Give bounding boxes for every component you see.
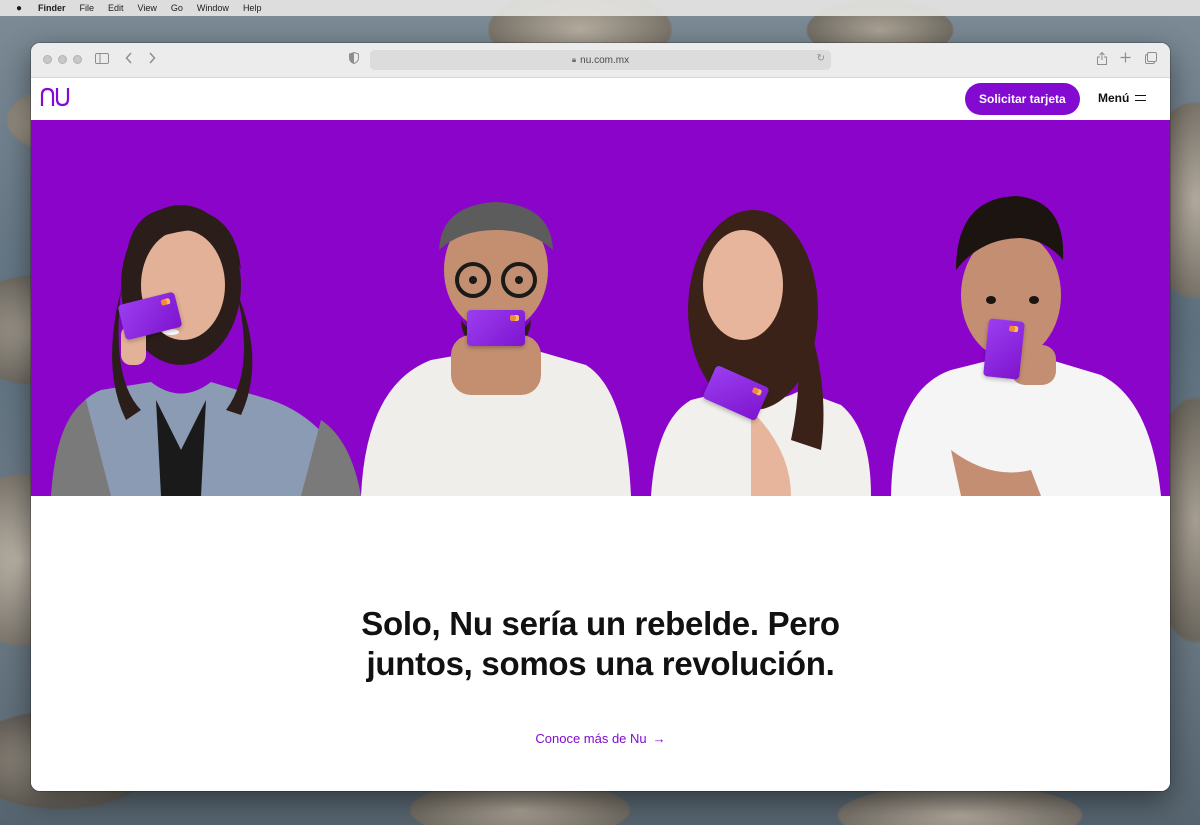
- minimize-window-button[interactable]: [58, 55, 67, 64]
- menu-label: Menú: [1098, 91, 1130, 105]
- new-tab-icon[interactable]: [1120, 51, 1131, 67]
- browser-window: 🔒︎ nu.com.mx ↻ Solicitar tarjeta Menú So…: [31, 43, 1170, 791]
- address-bar[interactable]: 🔒︎ nu.com.mx ↻: [370, 50, 831, 70]
- person-1: [51, 205, 361, 496]
- person-4: [891, 196, 1161, 496]
- nu-card-2: [467, 310, 525, 346]
- arrow-right-icon: →: [652, 731, 666, 746]
- hero-people-illustration: [51, 196, 1161, 496]
- tab-overview-icon[interactable]: [1145, 52, 1157, 68]
- share-icon[interactable]: [1097, 51, 1107, 69]
- forward-icon[interactable]: [148, 52, 156, 68]
- request-card-button[interactable]: Solicitar tarjeta: [965, 83, 1080, 115]
- hero-image: [31, 120, 1170, 496]
- menubar-item-view[interactable]: View: [138, 3, 157, 13]
- menu-button[interactable]: Menú: [1098, 91, 1147, 105]
- menubar-item-edit[interactable]: Edit: [108, 3, 124, 13]
- back-icon[interactable]: [125, 52, 133, 68]
- privacy-shield-icon[interactable]: [349, 51, 359, 68]
- address-bar-url: nu.com.mx: [580, 54, 630, 66]
- headline-line-2: juntos, somos una revolución.: [366, 645, 835, 682]
- person-3: [651, 210, 871, 496]
- menubar-item-help[interactable]: Help: [243, 3, 262, 13]
- learn-more-link[interactable]: Conoce más de Nu →: [31, 731, 1170, 746]
- menubar-item-file[interactable]: File: [80, 3, 95, 13]
- menubar-item-window[interactable]: Window: [197, 3, 229, 13]
- browser-toolbar: 🔒︎ nu.com.mx ↻: [31, 43, 1170, 78]
- learn-more-label: Conoce más de Nu: [535, 731, 647, 746]
- window-controls: [43, 55, 82, 64]
- menubar-item-go[interactable]: Go: [171, 3, 183, 13]
- zoom-window-button[interactable]: [73, 55, 82, 64]
- headline-line-1: Solo, Nu sería un rebelde. Pero: [361, 605, 840, 642]
- lock-icon: 🔒︎: [571, 55, 577, 64]
- person-2: [361, 202, 631, 496]
- site-header: Solicitar tarjeta Menú: [31, 78, 1170, 120]
- nu-logo[interactable]: [40, 86, 72, 113]
- apple-icon[interactable]: ●: [14, 3, 24, 14]
- headline: Solo, Nu sería un rebelde. Pero juntos, …: [31, 604, 1170, 684]
- main-content: Solo, Nu sería un rebelde. Pero juntos, …: [31, 496, 1170, 791]
- reload-icon[interactable]: ↻: [817, 53, 825, 64]
- macos-menu-bar: ● Finder File Edit View Go Window Help: [0, 0, 1200, 16]
- close-window-button[interactable]: [43, 55, 52, 64]
- menubar-app-name[interactable]: Finder: [38, 3, 66, 13]
- nu-card-4: [983, 318, 1025, 380]
- hamburger-icon: [1135, 95, 1147, 101]
- sidebar-toggle-icon[interactable]: [95, 52, 109, 68]
